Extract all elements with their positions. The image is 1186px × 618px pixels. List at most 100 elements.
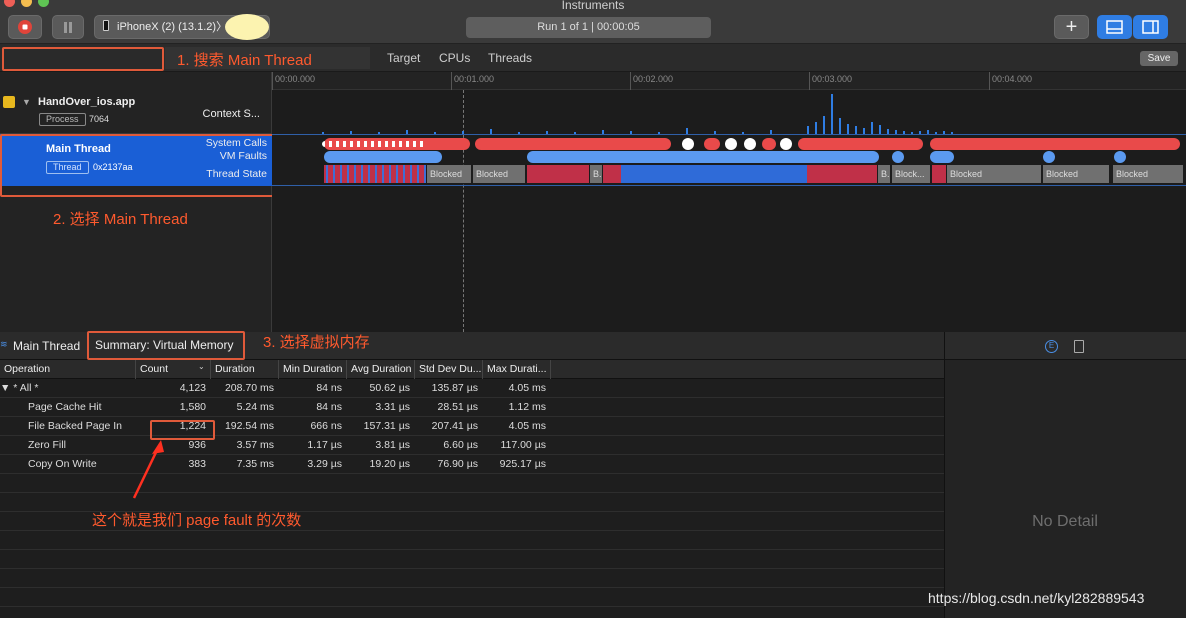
pause-button[interactable]	[52, 15, 84, 39]
state-label: Blocked	[947, 165, 1041, 183]
instrument-icon: ≋	[0, 339, 8, 349]
syscall-dot	[682, 138, 694, 150]
timeline-area[interactable]: Blocked Blocked B. B. Block... Blocked B…	[272, 90, 1186, 332]
vm-faults-lane	[272, 151, 1186, 163]
window-title: Instruments	[561, 0, 625, 12]
state-label: Blocked	[1043, 165, 1109, 183]
context-switch-spike	[879, 125, 881, 134]
empty-row	[0, 569, 944, 588]
bottom-pane-icon	[1106, 20, 1123, 34]
annotation-step2: 2. 选择 Main Thread	[53, 211, 188, 228]
vm-fault-segment	[324, 151, 442, 163]
cell-avg: 3.31 µs	[375, 401, 410, 413]
col-std-dev[interactable]: Std Dev Du...	[415, 360, 483, 379]
table-header: Operation Count ⌄ Duration Min Duration …	[0, 360, 944, 379]
process-badge: Process	[39, 113, 86, 126]
syscall-segment	[704, 138, 720, 150]
state-label: B.	[878, 165, 890, 183]
syscall-segment	[798, 138, 923, 150]
cell-std: 76.90 µs	[437, 458, 479, 470]
save-button[interactable]: Save	[1140, 51, 1178, 66]
cell-avg: 157.31 µs	[363, 420, 410, 432]
context-switch-spike	[815, 122, 817, 134]
vm-fault-segment	[527, 151, 879, 163]
annotation-arrow-icon	[132, 440, 164, 499]
process-track-header[interactable]: ▼ HandOver_ios.app Process 7064 Context …	[0, 92, 272, 134]
cell-min: 84 ns	[316, 382, 342, 394]
state-running-segment	[324, 165, 426, 183]
cell-max: 4.05 ms	[508, 420, 546, 432]
add-instrument-button[interactable]: +	[1054, 15, 1089, 39]
table-row[interactable]: ▼ * All * 4,123 208.70 ms 84 ns 50.62 µs 135.…	[0, 379, 944, 398]
context-switch-spike	[855, 126, 857, 134]
cell-max: 4.05 ms	[508, 382, 546, 394]
thread-state-lane: Blocked Blocked B. B. Block... Blocked B…	[272, 165, 1186, 183]
filter-tab-target[interactable]: Target	[387, 51, 420, 65]
cell-avg: 50.62 µs	[369, 382, 411, 394]
state-running-segment	[527, 165, 589, 183]
cell-dur: 192.54 ms	[224, 420, 274, 432]
redaction-mark	[225, 14, 269, 40]
summary-selector[interactable]: Summary: Virtual Memory	[87, 331, 245, 360]
table-row[interactable]: Page Cache Hit 1,580 5.24 ms 84 ns 3.31 µs 28…	[0, 398, 944, 417]
instruments-window: { "window": {"title": "Instruments"}, "t…	[0, 0, 1186, 618]
context-switch-spike	[823, 116, 825, 134]
state-label: Blocked	[473, 165, 525, 183]
table-row[interactable]: File Backed Page In 1,224 192.54 ms 666 ns 1…	[0, 417, 944, 436]
record-button[interactable]	[8, 15, 42, 39]
toggle-inspector-button[interactable]	[1133, 15, 1168, 39]
lane-label-context: Context S...	[202, 108, 260, 120]
watermark: https://blog.csdn.net/kyl282889543	[928, 590, 1145, 606]
col-avg-duration[interactable]: Avg Duration	[347, 360, 415, 379]
col-duration[interactable]: Duration	[211, 360, 279, 379]
cell-min: 1.17 µs	[307, 439, 342, 451]
device-name: iPhoneX (2) (13.1.2)	[117, 21, 217, 33]
cell-std: 207.41 µs	[431, 420, 478, 432]
col-operation[interactable]: Operation	[0, 360, 136, 379]
col-max-duration[interactable]: Max Durati...	[483, 360, 551, 379]
cell-std: 6.60 µs	[443, 439, 478, 451]
cell-dur: 5.24 ms	[236, 401, 274, 413]
no-detail-text: No Detail	[1032, 513, 1098, 530]
syscall-dots-strip	[322, 141, 427, 147]
syscall-segment	[930, 138, 1180, 150]
ruler-tick: 00:00.000	[272, 72, 315, 90]
cell-min: 84 ns	[316, 401, 342, 413]
breadcrumb-thread[interactable]: Main Thread	[13, 339, 80, 353]
cell-dur: 7.35 ms	[236, 458, 274, 470]
app-icon	[3, 96, 15, 108]
cell-op: ▼ * All *	[0, 382, 39, 394]
document-icon[interactable]	[1074, 340, 1084, 353]
state-label: Block...	[892, 165, 930, 183]
empty-row	[0, 588, 944, 607]
run-status: Run 1 of 1 | 00:00:05	[466, 17, 711, 38]
annotation-step3: 3. 选择虚拟内存	[263, 334, 370, 351]
process-name: HandOver_ios.app	[38, 96, 136, 108]
ruler-tick: 00:03.000	[809, 72, 852, 90]
phone-icon	[103, 20, 109, 31]
state-running-segment	[603, 165, 621, 183]
cell-min: 3.29 µs	[307, 458, 342, 470]
context-switch-spike	[831, 94, 833, 134]
cell-dur: 3.57 ms	[236, 439, 274, 451]
filter-tab-cpus[interactable]: CPUs	[439, 51, 470, 65]
cell-min: 666 ns	[310, 420, 342, 432]
syscall-dot	[725, 138, 737, 150]
annotation-box-count	[150, 420, 215, 440]
toggle-detail-pane-button[interactable]	[1097, 15, 1132, 39]
cell-count: 1,580	[179, 401, 206, 413]
cell-avg: 19.20 µs	[369, 458, 411, 470]
context-switch-lane	[272, 92, 1186, 134]
filter-tab-threads[interactable]: Threads	[488, 51, 532, 65]
thread-lanes: Blocked Blocked B. B. Block... Blocked B…	[272, 134, 1186, 186]
disclosure-triangle-icon[interactable]: ▼	[22, 97, 31, 107]
vm-fault-dot	[892, 151, 904, 163]
vm-fault-dot	[1043, 151, 1055, 163]
ruler-tick: 00:02.000	[630, 72, 673, 90]
empty-row	[0, 531, 944, 550]
cell-max: 925.17 µs	[499, 458, 546, 470]
extended-detail-icon[interactable]: E	[1045, 340, 1058, 353]
state-label: Blocked	[1113, 165, 1183, 183]
col-min-duration[interactable]: Min Duration	[279, 360, 347, 379]
state-label: Blocked	[427, 165, 471, 183]
